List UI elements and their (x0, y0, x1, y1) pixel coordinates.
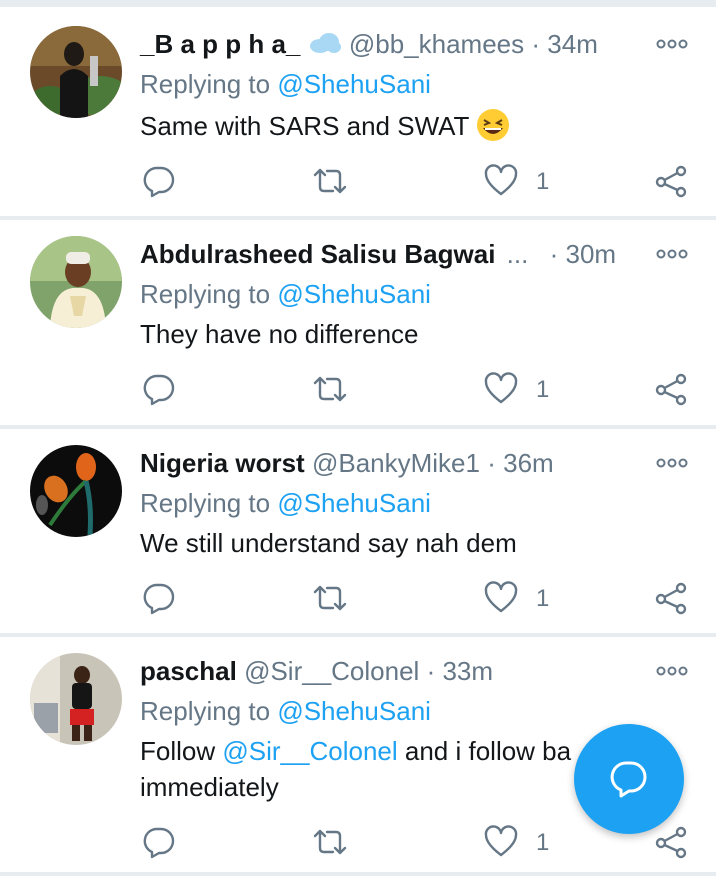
share-button[interactable] (654, 372, 688, 408)
user-handle[interactable]: @Sir__Colonel (244, 656, 419, 686)
avatar[interactable] (30, 653, 122, 745)
share-button[interactable] (654, 581, 688, 617)
avatar[interactable] (30, 445, 122, 537)
like-count: 1 (536, 168, 550, 195)
tweet-text-prefix: Follow (140, 736, 216, 766)
retweet-button[interactable] (312, 372, 348, 408)
tweet-item[interactable]: Nigeria worst @BankyMike1 · 36m Replying… (0, 429, 716, 635)
replying-to-mention[interactable]: @ShehuSani (277, 488, 431, 518)
reply-button[interactable] (142, 825, 176, 861)
timestamp[interactable]: 33m (442, 656, 493, 686)
tweet-divider (0, 872, 716, 876)
like-count: 1 (536, 376, 550, 403)
like-count: 1 (536, 829, 550, 856)
separator-dot: · (549, 239, 559, 269)
timestamp[interactable]: 34m (547, 29, 598, 59)
tweet-text: Follow @Sir__Colonel and i follow ba (140, 733, 571, 769)
replying-to: Replying to @ShehuSani (140, 276, 431, 312)
laughing-emoji-icon (476, 109, 510, 141)
display-name[interactable]: paschal (140, 656, 237, 686)
tweet-text-suffix: and i follow ba (404, 736, 572, 766)
timestamp[interactable]: 36m (503, 448, 554, 478)
reply-button[interactable] (142, 164, 176, 200)
like-button[interactable] (484, 372, 518, 408)
user-handle[interactable]: @BankyMike1 (312, 448, 480, 478)
tweet-text: Same with SARS and SWAT (140, 108, 510, 144)
tweet-text: We still understand say nah dem (140, 528, 517, 558)
timestamp[interactable]: 30m (565, 239, 616, 269)
more-options-icon[interactable] (656, 244, 688, 264)
replying-to-mention[interactable]: @ShehuSani (277, 69, 431, 99)
separator-dot: · (487, 448, 496, 478)
replying-to-mention[interactable]: @ShehuSani (277, 696, 431, 726)
replying-to-mention[interactable]: @ShehuSani (277, 279, 431, 309)
cloud-emoji-icon (308, 29, 349, 59)
replying-to: Replying to @ShehuSani (140, 66, 431, 102)
retweet-button[interactable] (312, 164, 348, 200)
replying-to: Replying to @ShehuSani (140, 693, 431, 729)
reply-button[interactable] (142, 581, 176, 617)
replying-to-label: Replying to (140, 69, 271, 99)
tweet-item[interactable]: _B a p p h a_ @bb_khamees · 34m Replying… (0, 0, 716, 220)
share-button[interactable] (654, 825, 688, 861)
name-ellipsis: ... (506, 239, 529, 269)
like-button[interactable] (484, 825, 518, 861)
avatar[interactable] (30, 236, 122, 328)
more-options-icon[interactable] (656, 661, 688, 681)
separator-dot: · (531, 29, 541, 59)
avatar[interactable] (30, 26, 122, 118)
tweet-item[interactable]: Abdulrasheed Salisu Bagwai ... · 30m Rep… (0, 220, 716, 428)
retweet-button[interactable] (312, 581, 348, 617)
reply-button[interactable] (142, 372, 176, 408)
replying-to-label: Replying to (140, 488, 271, 518)
replying-to: Replying to @ShehuSani (140, 485, 431, 521)
tweet-text-content: Same with SARS and SWAT (140, 111, 469, 141)
tweet-header: paschal @Sir__Colonel · 33m (140, 653, 493, 689)
retweet-button[interactable] (312, 825, 348, 861)
tweet-text: They have no difference (140, 319, 419, 349)
like-count: 1 (536, 585, 550, 612)
user-handle[interactable]: @bb_khamees (349, 29, 524, 59)
separator-dot: · (426, 656, 436, 686)
tweet-text-line2: immediately (140, 772, 279, 802)
more-options-icon[interactable] (656, 34, 688, 54)
display-name[interactable]: Nigeria worst (140, 448, 305, 478)
display-name[interactable]: _B a p p h a_ (140, 29, 300, 59)
tweet-header: Nigeria worst @BankyMike1 · 36m (140, 445, 554, 481)
like-button[interactable] (484, 164, 518, 200)
like-button[interactable] (484, 581, 518, 617)
compose-reply-button[interactable] (574, 724, 684, 834)
display-name[interactable]: Abdulrasheed Salisu Bagwai (140, 239, 495, 269)
tweet-text-mention[interactable]: @Sir__Colonel (222, 736, 397, 766)
tweet-header: _B a p p h a_ @bb_khamees · 34m (140, 26, 598, 62)
more-options-icon[interactable] (656, 453, 688, 473)
share-button[interactable] (654, 164, 688, 200)
tweet-header: Abdulrasheed Salisu Bagwai ... · 30m (140, 236, 616, 272)
replying-to-label: Replying to (140, 279, 271, 309)
replying-to-label: Replying to (140, 696, 271, 726)
